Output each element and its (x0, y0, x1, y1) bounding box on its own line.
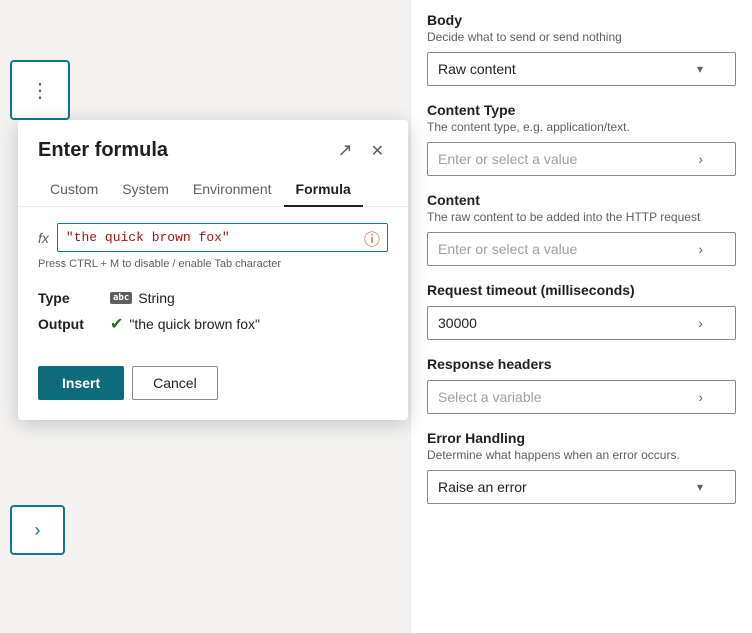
request-timeout-title: Request timeout (milliseconds) (427, 282, 736, 298)
formula-input-wrapper: ⓘ (57, 223, 388, 252)
error-handling-chevron-icon: ▾ (697, 480, 703, 494)
type-icon: abc (110, 292, 132, 304)
error-handling-dropdown[interactable]: Raise an error ▾ (427, 470, 736, 504)
modal-header-icons: ↗ ✕ (334, 136, 389, 165)
result-section: Type abc String Output ✔ "the quick brow… (18, 278, 408, 358)
output-row: Output ✔ "the quick brown fox" (38, 314, 388, 334)
body-description: Decide what to send or send nothing (427, 30, 736, 44)
enter-formula-modal: Enter formula ↗ ✕ Custom System Environm… (18, 120, 408, 420)
body-section: Body Decide what to send or send nothing… (427, 12, 736, 86)
modal-title: Enter formula (38, 139, 168, 162)
error-handling-selected-value: Raise an error (438, 479, 527, 495)
formula-input[interactable] (57, 223, 388, 252)
content-description: The raw content to be added into the HTT… (427, 210, 736, 224)
formula-hint: Press CTRL + M to disable / enable Tab c… (38, 258, 388, 270)
tab-custom[interactable]: Custom (38, 173, 110, 207)
type-label: Type (38, 290, 98, 306)
response-headers-input[interactable]: Select a variable › (427, 380, 736, 414)
request-timeout-input[interactable]: 30000 › (427, 306, 736, 340)
modal-footer: Insert Cancel (18, 358, 408, 420)
success-icon: ✔ (110, 314, 123, 334)
content-type-chevron-icon: › (698, 151, 703, 167)
request-timeout-chevron-icon: › (698, 315, 703, 331)
body-selected-value: Raw content (438, 61, 516, 77)
content-type-placeholder: Enter or select a value (438, 151, 577, 167)
left-background: ⋮ Enter formula ↗ ✕ Custom System Enviro… (0, 0, 410, 633)
content-placeholder: Enter or select a value (438, 241, 577, 257)
type-value: abc String (110, 290, 175, 306)
response-headers-section: Response headers Select a variable › (427, 356, 736, 414)
close-button[interactable]: ✕ (367, 137, 388, 165)
close-icon: ✕ (371, 141, 384, 161)
content-chevron-icon: › (698, 241, 703, 257)
info-icon: ⓘ (364, 226, 380, 250)
body-title: Body (427, 12, 736, 28)
formula-input-row: fx ⓘ (38, 223, 388, 252)
formula-area: fx ⓘ Press CTRL + M to disable / enable … (18, 207, 408, 278)
body-chevron-icon: ▾ (697, 62, 703, 76)
tab-environment[interactable]: Environment (181, 173, 284, 207)
right-panel: Body Decide what to send or send nothing… (410, 0, 752, 633)
content-title: Content (427, 192, 736, 208)
content-input[interactable]: Enter or select a value › (427, 232, 736, 266)
error-handling-title: Error Handling (427, 430, 736, 446)
content-type-description: The content type, e.g. application/text. (427, 120, 736, 134)
content-type-title: Content Type (427, 102, 736, 118)
response-headers-placeholder: Select a variable (438, 389, 542, 405)
content-section: Content The raw content to be added into… (427, 192, 736, 266)
cancel-button[interactable]: Cancel (132, 366, 218, 400)
ellipsis-icon: ⋮ (30, 78, 50, 103)
output-label: Output (38, 316, 98, 332)
error-handling-section: Error Handling Determine what happens wh… (427, 430, 736, 504)
response-headers-title: Response headers (427, 356, 736, 372)
body-dropdown[interactable]: Raw content ▾ (427, 52, 736, 86)
type-row: Type abc String (38, 290, 388, 306)
tab-formula[interactable]: Formula (284, 173, 363, 207)
response-headers-chevron-icon: › (698, 389, 703, 405)
arrow-right-icon: › (35, 520, 41, 541)
fx-label: fx (38, 230, 49, 246)
content-type-input[interactable]: Enter or select a value › (427, 142, 736, 176)
modal-header: Enter formula ↗ ✕ (18, 120, 408, 173)
canvas-nav-arrow[interactable]: › (10, 505, 65, 555)
output-value: ✔ "the quick brown fox" (110, 314, 260, 334)
expand-icon: ↗ (338, 140, 353, 161)
tab-system[interactable]: System (110, 173, 181, 207)
modal-tabs: Custom System Environment Formula (18, 173, 408, 207)
error-handling-description: Determine what happens when an error occ… (427, 448, 736, 462)
canvas-node-top: ⋮ (10, 60, 70, 120)
request-timeout-section: Request timeout (milliseconds) 30000 › (427, 282, 736, 340)
insert-button[interactable]: Insert (38, 366, 124, 400)
request-timeout-value: 30000 (438, 315, 477, 331)
content-type-section: Content Type The content type, e.g. appl… (427, 102, 736, 176)
expand-button[interactable]: ↗ (334, 136, 357, 165)
